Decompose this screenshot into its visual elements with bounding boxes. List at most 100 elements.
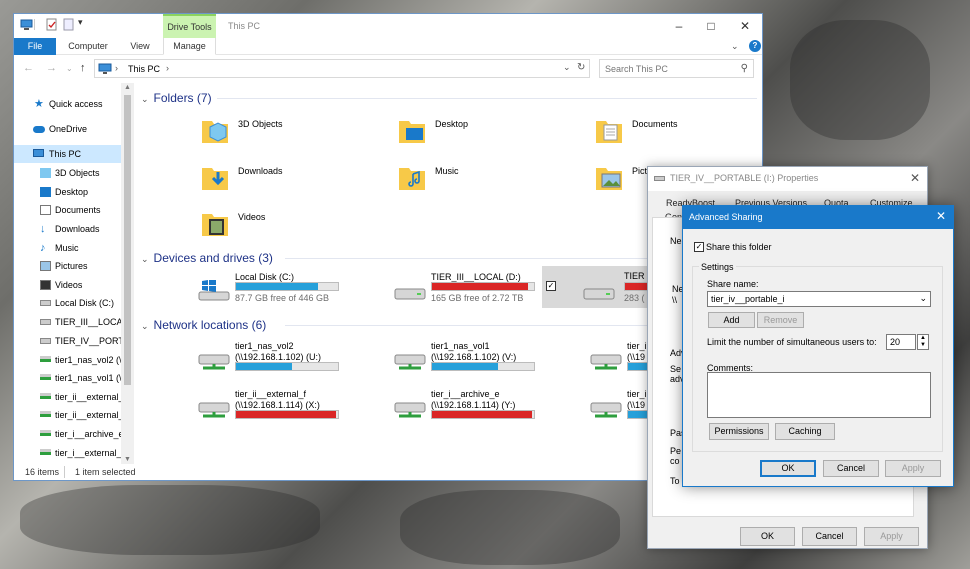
- caching-button[interactable]: Caching: [775, 423, 835, 440]
- group-network-header[interactable]: ⌄ Network locations (6): [141, 318, 266, 332]
- close-icon[interactable]: ✕: [730, 16, 760, 36]
- sidebar-item-3d-objects[interactable]: 3D Objects: [14, 164, 121, 182]
- customize-toolbar-chevron-icon[interactable]: ▾: [78, 17, 91, 30]
- cloud-icon: [33, 126, 45, 133]
- network-location-tier-ii-external-f[interactable]: tier_ii__external_f (\\192.168.1.114) (X…: [197, 389, 377, 429]
- close-icon[interactable]: ✕: [910, 171, 920, 185]
- share-name-select[interactable]: tier_iv__portable_i ⌄: [707, 291, 931, 307]
- folder-3d-objects[interactable]: 3D Objects: [200, 115, 370, 151]
- user-limit-spin-arrows-icon[interactable]: ▲ ▼: [917, 334, 929, 350]
- minimize-icon[interactable]: –: [664, 16, 694, 36]
- ok-button[interactable]: OK: [760, 460, 816, 477]
- close-icon[interactable]: ✕: [936, 209, 946, 223]
- forward-arrow-icon[interactable]: →: [46, 62, 57, 74]
- scrollbar-thumb[interactable]: [124, 95, 131, 385]
- properties-cancel-button[interactable]: Cancel: [802, 527, 857, 546]
- sidebar-item-tier1-nas-vol2[interactable]: tier1_nas_vol2 (\\: [14, 351, 121, 369]
- maximize-icon[interactable]: □: [696, 16, 726, 36]
- sidebar-item-tier-iv-portable[interactable]: TIER_IV__PORTAL: [14, 332, 121, 350]
- add-share-button[interactable]: Add: [708, 312, 755, 328]
- sidebar-item-music[interactable]: ♪ Music: [14, 239, 121, 257]
- music-note-icon: ♪: [40, 242, 46, 254]
- properties-icon[interactable]: [45, 18, 58, 31]
- properties-ok-button[interactable]: OK: [740, 527, 795, 546]
- sidebar-item-tier-ii-external-f[interactable]: tier_ii__external_f: [14, 406, 121, 424]
- collapse-chevron-icon[interactable]: ⌄: [141, 321, 149, 331]
- drive-usage-fill: [236, 363, 293, 370]
- properties-title-bar: TIER_IV__PORTABLE (I:) Properties ✕: [648, 167, 927, 191]
- sidebar-item-documents[interactable]: Documents: [14, 201, 121, 219]
- cancel-button[interactable]: Cancel: [823, 460, 879, 477]
- recent-locations-chevron-icon[interactable]: ⌄: [66, 64, 73, 73]
- search-icon[interactable]: ⚲: [741, 63, 748, 74]
- collapse-chevron-icon[interactable]: ⌄: [141, 254, 149, 264]
- navigation-bar: ← → ⌄ ↑ › This PC › ⌄ ↻ Search This PC ⚲: [14, 55, 762, 83]
- network-drive-icon: [394, 402, 426, 418]
- folder-videos[interactable]: Videos: [200, 208, 370, 244]
- comments-textarea[interactable]: [707, 372, 931, 418]
- remove-share-button[interactable]: Remove: [757, 312, 804, 328]
- drive-name: TIER: [624, 271, 645, 281]
- group-devices-header[interactable]: ⌄ Devices and drives (3): [141, 251, 273, 265]
- search-input[interactable]: Search This PC ⚲: [599, 59, 754, 78]
- folder-music[interactable]: Music: [397, 162, 567, 198]
- sidebar-item-pictures[interactable]: Pictures: [14, 257, 121, 275]
- drive-tier-iv-portable-selected[interactable]: ✓ TIER 283 (: [542, 266, 652, 308]
- drive-local-disk-c[interactable]: Local Disk (C:) 87.7 GB free of 446 GB: [197, 272, 377, 314]
- sidebar-item-desktop[interactable]: Desktop: [14, 183, 121, 201]
- refresh-icon[interactable]: ↻: [577, 62, 585, 73]
- new-folder-icon[interactable]: [62, 18, 75, 31]
- tab-computer[interactable]: Computer: [64, 38, 112, 55]
- network-location-tier1-nas-vol1[interactable]: tier1_nas_vol1 (\\192.168.1.102) (V:): [393, 341, 583, 381]
- network-location-tier1-nas-vol2[interactable]: tier1_nas_vol2 (\\192.168.1.102) (U:): [197, 341, 377, 381]
- network-path: (\\192.168.1.102) (V:): [431, 352, 517, 362]
- breadcrumb-this-pc[interactable]: This PC: [128, 64, 160, 74]
- chevron-down-icon[interactable]: ⌄: [919, 293, 927, 304]
- nav-scrollbar[interactable]: ▲ ▼: [121, 83, 134, 464]
- expand-ribbon-chevron-icon[interactable]: ⌄: [731, 41, 739, 52]
- network-drive-icon: [40, 411, 51, 417]
- permissions-button[interactable]: Permissions: [709, 423, 769, 440]
- folder-desktop[interactable]: Desktop: [397, 115, 567, 151]
- address-dropdown-icon[interactable]: ⌄: [563, 62, 571, 73]
- sidebar-item-tier1-nas-vol1[interactable]: tier1_nas_vol1 (\\: [14, 369, 121, 387]
- network-location-tier-i-archive-e[interactable]: tier_i__archive_e (\\192.168.1.114) (Y:): [393, 389, 583, 429]
- selection-checkbox[interactable]: ✓: [546, 281, 556, 291]
- sidebar-item-onedrive[interactable]: OneDrive: [14, 120, 121, 138]
- documents-folder-icon: [596, 121, 622, 143]
- network-drive-icon: [40, 393, 51, 399]
- share-this-folder-checkbox[interactable]: ✓: [694, 242, 704, 252]
- sidebar-item-tier-i-external-c[interactable]: tier_i__external_c: [14, 444, 121, 462]
- sidebar-item-tier-iii-local[interactable]: TIER_III__LOCAL: [14, 313, 121, 331]
- sidebar-item-tier-i-archive-e[interactable]: tier_i__archive_e: [14, 425, 121, 443]
- sidebar-item-videos[interactable]: Videos: [14, 276, 121, 294]
- drive-icon: [394, 288, 426, 300]
- up-arrow-icon[interactable]: ↑: [80, 62, 86, 74]
- network-drive-icon: [590, 402, 622, 418]
- help-icon[interactable]: ?: [749, 40, 761, 52]
- sidebar-item-tier-ii-external-d[interactable]: tier_ii__external_d: [14, 388, 121, 406]
- properties-apply-button[interactable]: Apply: [864, 527, 919, 546]
- tab-file[interactable]: File: [14, 38, 56, 55]
- tab-view[interactable]: View: [122, 38, 158, 55]
- tab-manage[interactable]: Manage: [163, 38, 216, 55]
- collapse-chevron-icon[interactable]: ⌄: [141, 94, 149, 104]
- sidebar-item-downloads[interactable]: ↓ Downloads: [14, 220, 121, 238]
- drive-usage-fill: [432, 363, 499, 370]
- group-folders-header[interactable]: ⌄ Folders (7): [141, 91, 212, 105]
- videos-folder-icon: [202, 214, 228, 236]
- scroll-up-icon[interactable]: ▲: [124, 84, 131, 91]
- back-arrow-icon[interactable]: ←: [23, 62, 34, 74]
- documents-icon: [40, 205, 51, 215]
- breadcrumb-chevron-icon[interactable]: ›: [166, 63, 169, 73]
- apply-button[interactable]: Apply: [885, 460, 941, 477]
- folder-documents[interactable]: Documents: [594, 115, 759, 151]
- sidebar-item-local-disk-c[interactable]: Local Disk (C:): [14, 294, 121, 312]
- sidebar-item-quick-access[interactable]: ★ Quick access: [14, 95, 121, 113]
- scroll-down-icon[interactable]: ▼: [124, 456, 131, 463]
- user-limit-stepper[interactable]: 20: [886, 334, 916, 350]
- address-field[interactable]: › This PC › ⌄ ↻: [94, 59, 590, 78]
- network-drive-icon: [198, 354, 230, 370]
- folder-downloads[interactable]: Downloads: [200, 162, 370, 198]
- sidebar-item-this-pc[interactable]: This PC: [14, 145, 121, 163]
